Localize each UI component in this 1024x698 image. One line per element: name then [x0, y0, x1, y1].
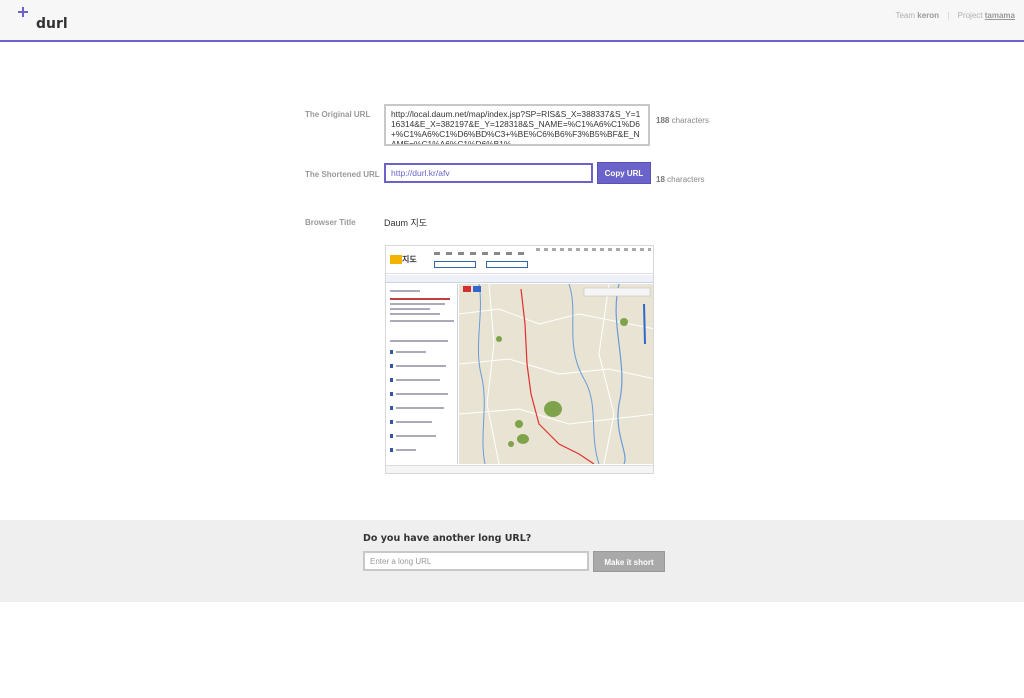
original-url-label: The Original URL — [305, 110, 371, 119]
thumbnail-footer — [386, 465, 653, 473]
browser-title-label: Browser Title — [305, 218, 356, 227]
short-count-value: 18 — [656, 175, 665, 184]
thumbnail-header: 지도 — [386, 246, 653, 274]
project-label: Project — [957, 11, 983, 20]
thumbnail-nav — [434, 252, 524, 255]
original-count-unit: characters — [671, 116, 709, 125]
team-name: keron — [917, 11, 940, 20]
project-link[interactable]: tamama — [985, 11, 1015, 20]
shortened-url-field[interactable]: http://durl.kr/afv — [384, 163, 593, 183]
thumbnail-sidebar — [386, 284, 458, 464]
durl-logo[interactable]: durl — [17, 5, 68, 35]
original-count-value: 188 — [656, 116, 670, 125]
thumbnail-search-from — [434, 261, 476, 268]
copy-url-button[interactable]: Copy URL — [597, 162, 651, 184]
top-bar: durl Team keron | Project tamama — [0, 0, 1024, 42]
short-char-count: 18 characters — [656, 175, 705, 184]
short-count-unit: characters — [667, 175, 705, 184]
thumbnail-map — [459, 284, 653, 464]
long-url-input[interactable]: Enter a long URL — [363, 551, 589, 571]
thumbnail-top-links — [536, 248, 651, 251]
team-label: Team — [895, 11, 916, 20]
daum-logo-icon — [390, 255, 402, 264]
new-url-section: Do you have another long URL? Enter a lo… — [0, 520, 1024, 602]
logo-text: durl — [36, 16, 68, 32]
new-url-question: Do you have another long URL? — [363, 533, 532, 544]
original-url-field[interactable]: http://local.daum.net/map/index.jsp?SP=R… — [384, 104, 650, 146]
page-thumbnail[interactable]: 지도 — [385, 245, 654, 474]
thumbnail-toolbar — [386, 275, 653, 283]
plus-icon — [18, 7, 28, 17]
separator: | — [947, 11, 950, 20]
thumbnail-logo-text: 지도 — [402, 255, 417, 264]
team-project-info: Team keron | Project tamama — [895, 11, 1015, 20]
original-char-count: 188 characters — [656, 116, 709, 125]
thumbnail-search-to — [486, 261, 528, 268]
shortened-url-label: The Shortened URL — [305, 170, 380, 179]
browser-title-value: Daum 지도 — [384, 218, 428, 228]
make-it-short-button[interactable]: Make it short — [593, 551, 665, 572]
